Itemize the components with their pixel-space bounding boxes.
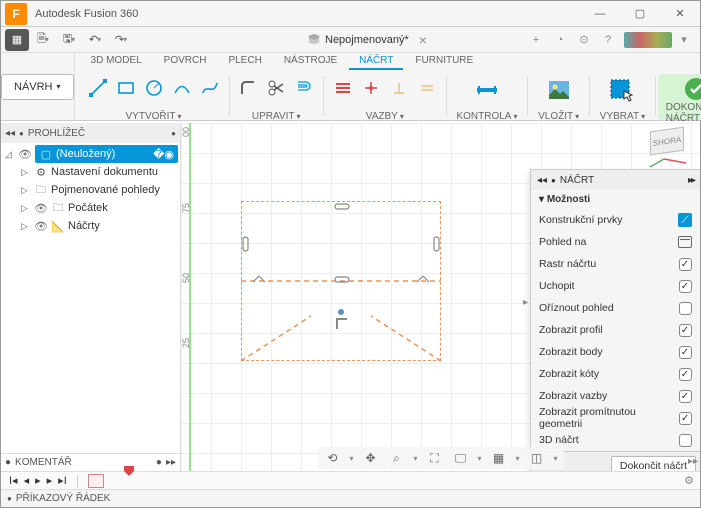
sketch-option-row[interactable]: Pohled na xyxy=(531,231,700,253)
tree-item[interactable]: ▷🗀Pojmenované pohledy xyxy=(3,181,178,199)
sketch-option-row[interactable]: Zobrazit body xyxy=(531,341,700,363)
finish-sketch-button[interactable]: DOKONČIT NÁČRT▾ xyxy=(658,74,701,120)
create-label[interactable]: VYTVOŘIT▾ xyxy=(126,111,182,122)
offset-tool[interactable] xyxy=(293,77,315,99)
grid-display-tool[interactable]: ▦ xyxy=(490,449,508,467)
workspace-tab[interactable]: NÁČRT xyxy=(349,53,403,70)
comments-header[interactable]: ●KOMENTÁŘ ●▸▸ xyxy=(1,453,180,471)
fit-tool[interactable]: ⛶ xyxy=(425,449,443,467)
sketch-option-row[interactable]: Uchopit xyxy=(531,275,700,297)
document-name: Nepojmenovaný* xyxy=(325,34,409,46)
viewport-tool[interactable]: ◫ xyxy=(528,449,546,467)
arc-tool[interactable] xyxy=(171,77,193,99)
pan-tool[interactable]: ✥ xyxy=(361,449,379,467)
circle-tool[interactable] xyxy=(143,77,165,99)
browser-header[interactable]: ◂◂●PROHLÍŽEČ ● xyxy=(1,123,180,143)
view-cube[interactable]: SHORA xyxy=(650,129,690,169)
timeline-next[interactable]: ▸ xyxy=(47,474,53,487)
timeline-sketch-feature[interactable] xyxy=(88,474,104,488)
inspect-button[interactable]: KONTROLA▾ xyxy=(448,74,525,122)
document-icon xyxy=(307,33,321,47)
rectangle-tool[interactable] xyxy=(115,77,137,99)
timeline-start[interactable]: I◂ xyxy=(9,474,18,487)
sketch-origin[interactable] xyxy=(338,309,344,315)
app-title: Autodesk Fusion 360 xyxy=(35,8,138,20)
horizontal-constraint[interactable] xyxy=(332,77,354,99)
sketch-geometry[interactable] xyxy=(241,201,441,371)
tree-item[interactable]: ▷👁🗀Počátek xyxy=(3,199,178,217)
coincident-constraint[interactable] xyxy=(360,77,382,99)
sketch-option-row[interactable]: Rastr náčrtu xyxy=(531,253,700,275)
line-tool[interactable] xyxy=(87,77,109,99)
timeline-end[interactable]: ▸I xyxy=(58,474,67,487)
fillet-tool[interactable] xyxy=(237,77,259,99)
modify-group: UPRAVIT▾ xyxy=(231,74,321,122)
maximize-button[interactable]: ▢ xyxy=(620,1,660,27)
minimize-button[interactable]: — xyxy=(580,1,620,27)
sketch-options-panel: ◂◂●NÁČRT ▸▸ ▾ Možnosti Konstrukční prvky… xyxy=(530,169,700,471)
tree-item[interactable]: ▷👁📐Náčrty xyxy=(3,217,178,235)
ruler-tick: 50 xyxy=(181,273,191,283)
y-axis xyxy=(189,123,191,471)
workspace-tab[interactable]: POVRCH xyxy=(154,53,217,70)
ruler-tick: 00 xyxy=(181,127,191,137)
sketch-option-row[interactable]: Zobrazit kóty xyxy=(531,363,700,385)
modify-label[interactable]: UPRAVIT▾ xyxy=(252,111,301,122)
redo-button[interactable]: ↷▾ xyxy=(109,29,133,51)
sketch-option-row[interactable]: Oříznout pohled xyxy=(531,297,700,319)
workspace-switcher[interactable]: NÁVRH▾ xyxy=(1,74,74,100)
sketch-option-row[interactable]: Konstrukční prvky⟋ xyxy=(531,209,700,231)
spline-tool[interactable] xyxy=(199,77,221,99)
command-line[interactable]: ●PŘÍKAZOVÝ ŘÁDEK xyxy=(1,489,700,507)
finish-sketch-panel-button[interactable]: Dokončit náčrt xyxy=(611,456,696,471)
constraints-label[interactable]: VAZBY▾ xyxy=(366,111,404,122)
visibility-toggle[interactable]: 👁 xyxy=(18,148,32,161)
close-button[interactable]: ✕ xyxy=(660,1,700,27)
data-panel-button[interactable]: ▦ xyxy=(5,29,29,51)
app-icon: F xyxy=(5,3,27,25)
save-button[interactable]: 🖫▾ xyxy=(57,29,81,51)
tree-expand-root[interactable]: ◿ xyxy=(5,149,15,160)
timeline-settings[interactable]: ⚙ xyxy=(684,474,694,487)
orbit-tool[interactable]: ⟲ xyxy=(323,449,341,467)
account-menu[interactable]: ▾ xyxy=(672,29,696,51)
workspace-tab[interactable]: 3D MODEL xyxy=(81,53,152,70)
undo-button[interactable]: ↶▾ xyxy=(83,29,107,51)
file-menu[interactable]: 🗎▾ xyxy=(31,29,55,51)
help-button[interactable]: ? xyxy=(596,29,620,51)
timeline-marker[interactable] xyxy=(124,466,134,476)
tree-item[interactable]: ▷⚙Nastavení dokumentu xyxy=(3,163,178,181)
new-tab-button[interactable]: + xyxy=(524,29,548,51)
trim-tool[interactable] xyxy=(265,77,287,99)
timeline-play[interactable]: ▸ xyxy=(35,474,41,487)
canvas[interactable]: 00 75 50 25 SHORA xyxy=(181,123,700,471)
tab-close-button[interactable]: × xyxy=(419,32,427,48)
tree-root-node[interactable]: ▢(Neuložený) �◉ xyxy=(35,145,178,163)
document-tab[interactable]: Nepojmenovaný* × xyxy=(295,27,439,53)
perpendicular-constraint[interactable] xyxy=(388,77,410,99)
workspace-tab[interactable]: FURNITURE xyxy=(405,53,483,70)
ruler-tick: 75 xyxy=(181,203,191,213)
ruler-tick: 25 xyxy=(181,338,191,348)
account-badge[interactable] xyxy=(624,32,672,48)
workspace-tab[interactable]: NÁSTROJE xyxy=(274,53,347,70)
timeline-prev[interactable]: ◂ xyxy=(24,474,30,487)
constraints-group: VAZBY▾ xyxy=(326,74,444,122)
sketch-option-row[interactable]: Zobrazit vazby xyxy=(531,385,700,407)
view-toolbar: ⟲▾ ✥ ⌕▾ ⛶ 🖵▾ ▦▾ ◫▾ xyxy=(317,447,563,469)
zoom-tool[interactable]: ⌕ xyxy=(387,449,405,467)
sketch-option-row[interactable]: Zobrazit profil xyxy=(531,319,700,341)
options-section[interactable]: ▾ Možnosti xyxy=(531,190,700,209)
sketch-option-row[interactable]: Zobrazit promítnutou geometrii xyxy=(531,407,700,429)
extensions-button[interactable]: ◔ xyxy=(548,29,572,51)
select-button[interactable]: VYBRAT▾ xyxy=(592,74,653,122)
create-group: VYTVOŘIT▾ xyxy=(81,74,227,122)
notifications-button[interactable]: ⊙ xyxy=(572,29,596,51)
equal-constraint[interactable] xyxy=(416,77,438,99)
insert-button[interactable]: VLOŽIT▾ xyxy=(530,74,587,122)
timeline: I◂ ◂ ▸ ▸ ▸I xyxy=(1,471,700,489)
display-tool[interactable]: 🖵 xyxy=(451,449,469,467)
workspace-tab[interactable]: PLECH xyxy=(218,53,271,70)
sketch-panel-header[interactable]: ◂◂●NÁČRT ▸▸ xyxy=(531,170,700,190)
